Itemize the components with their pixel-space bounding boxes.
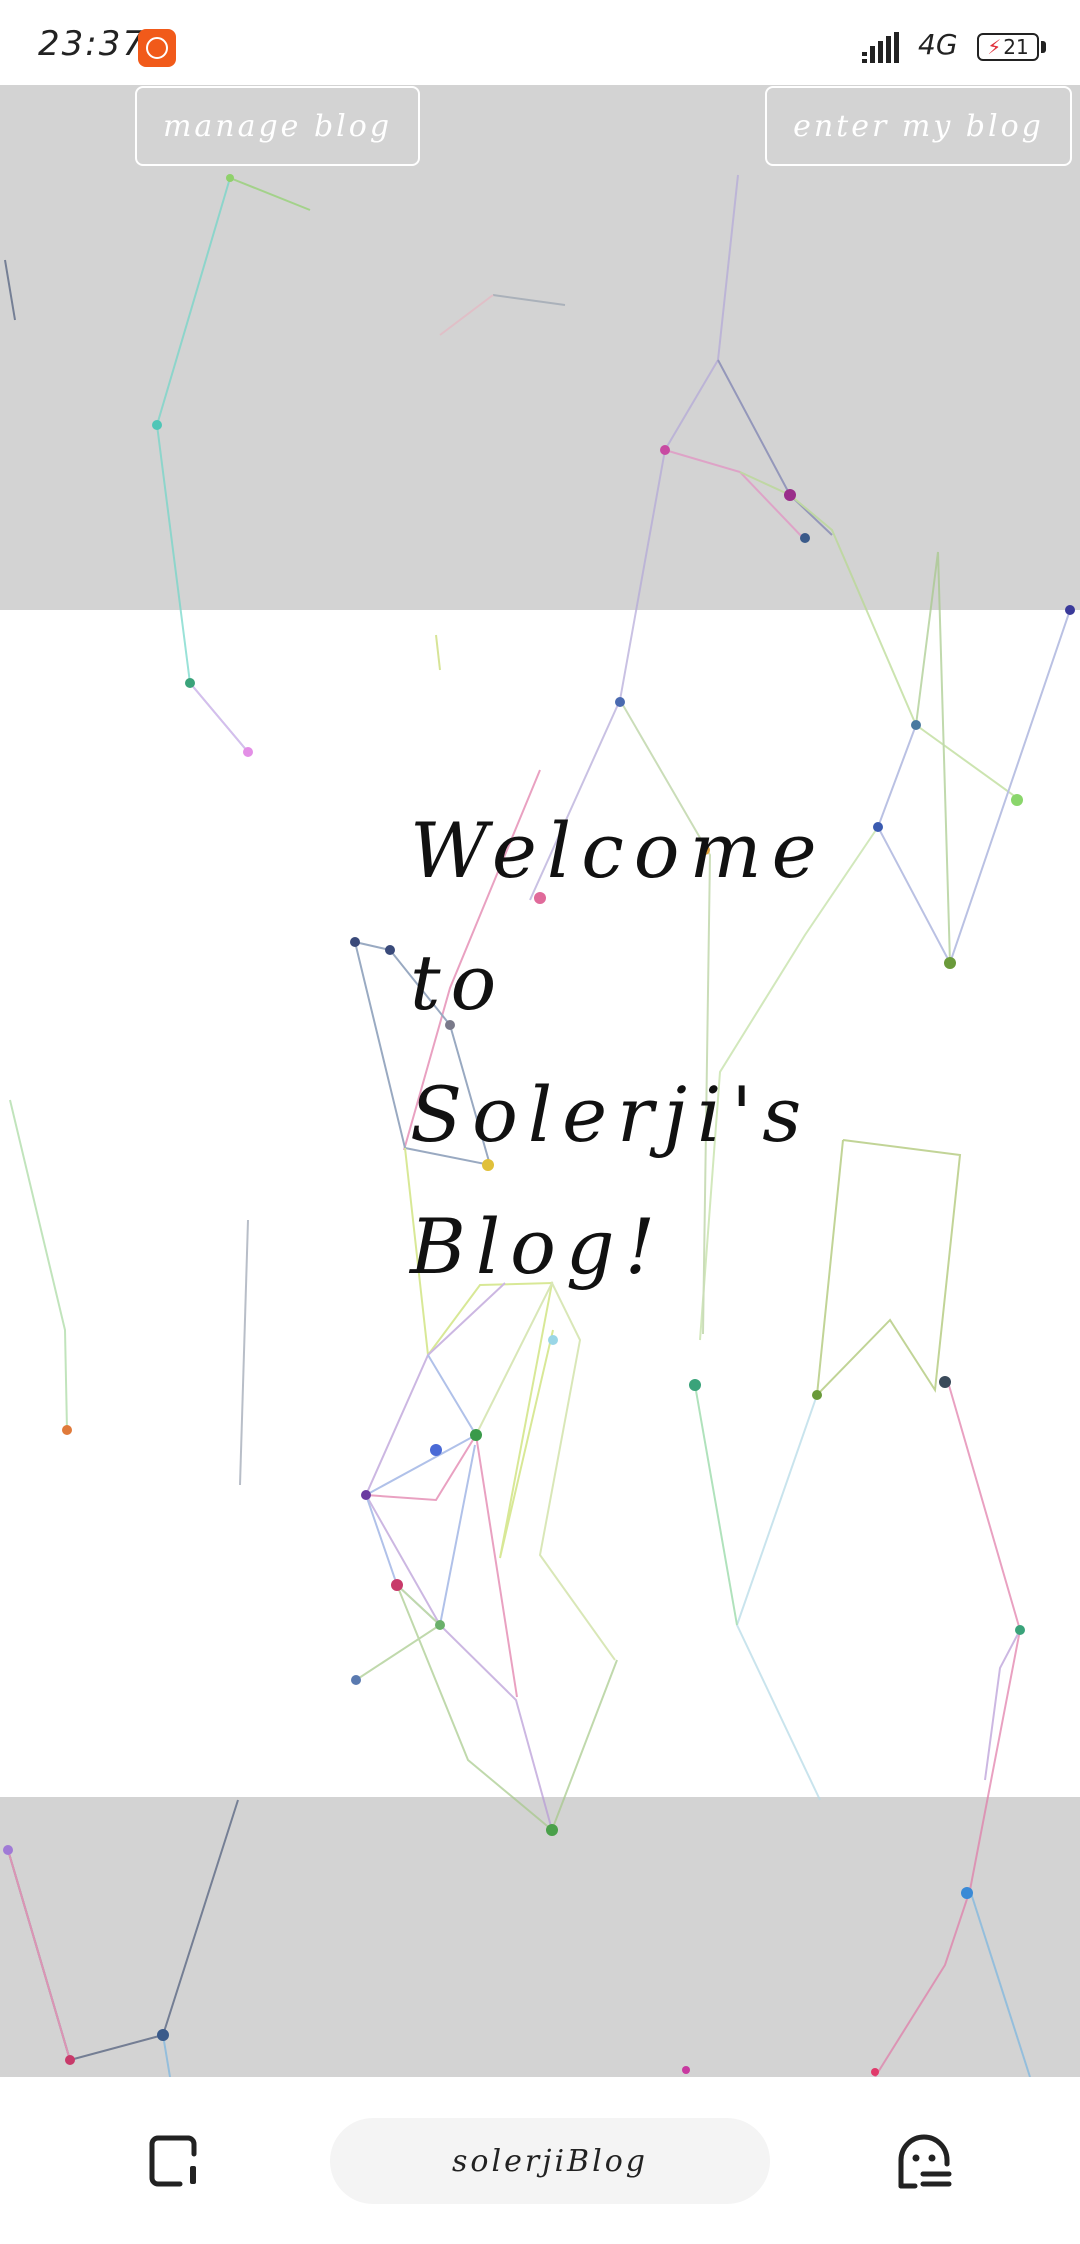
welcome-line-1: Welcome bbox=[410, 806, 827, 895]
assistant-face-icon[interactable] bbox=[893, 2130, 955, 2192]
welcome-line-2: to bbox=[410, 938, 507, 1027]
enter-blog-button[interactable]: enter my blog bbox=[765, 86, 1072, 166]
tabs-icon[interactable] bbox=[148, 2132, 206, 2190]
welcome-heading: Welcome to Solerji's Blog! bbox=[410, 785, 850, 1313]
welcome-line-4: Blog! bbox=[410, 1202, 666, 1291]
url-bar[interactable]: solerjiBlog bbox=[330, 2118, 770, 2204]
manage-blog-button[interactable]: manage blog bbox=[135, 86, 420, 166]
welcome-line-3: Solerji's bbox=[410, 1070, 812, 1159]
